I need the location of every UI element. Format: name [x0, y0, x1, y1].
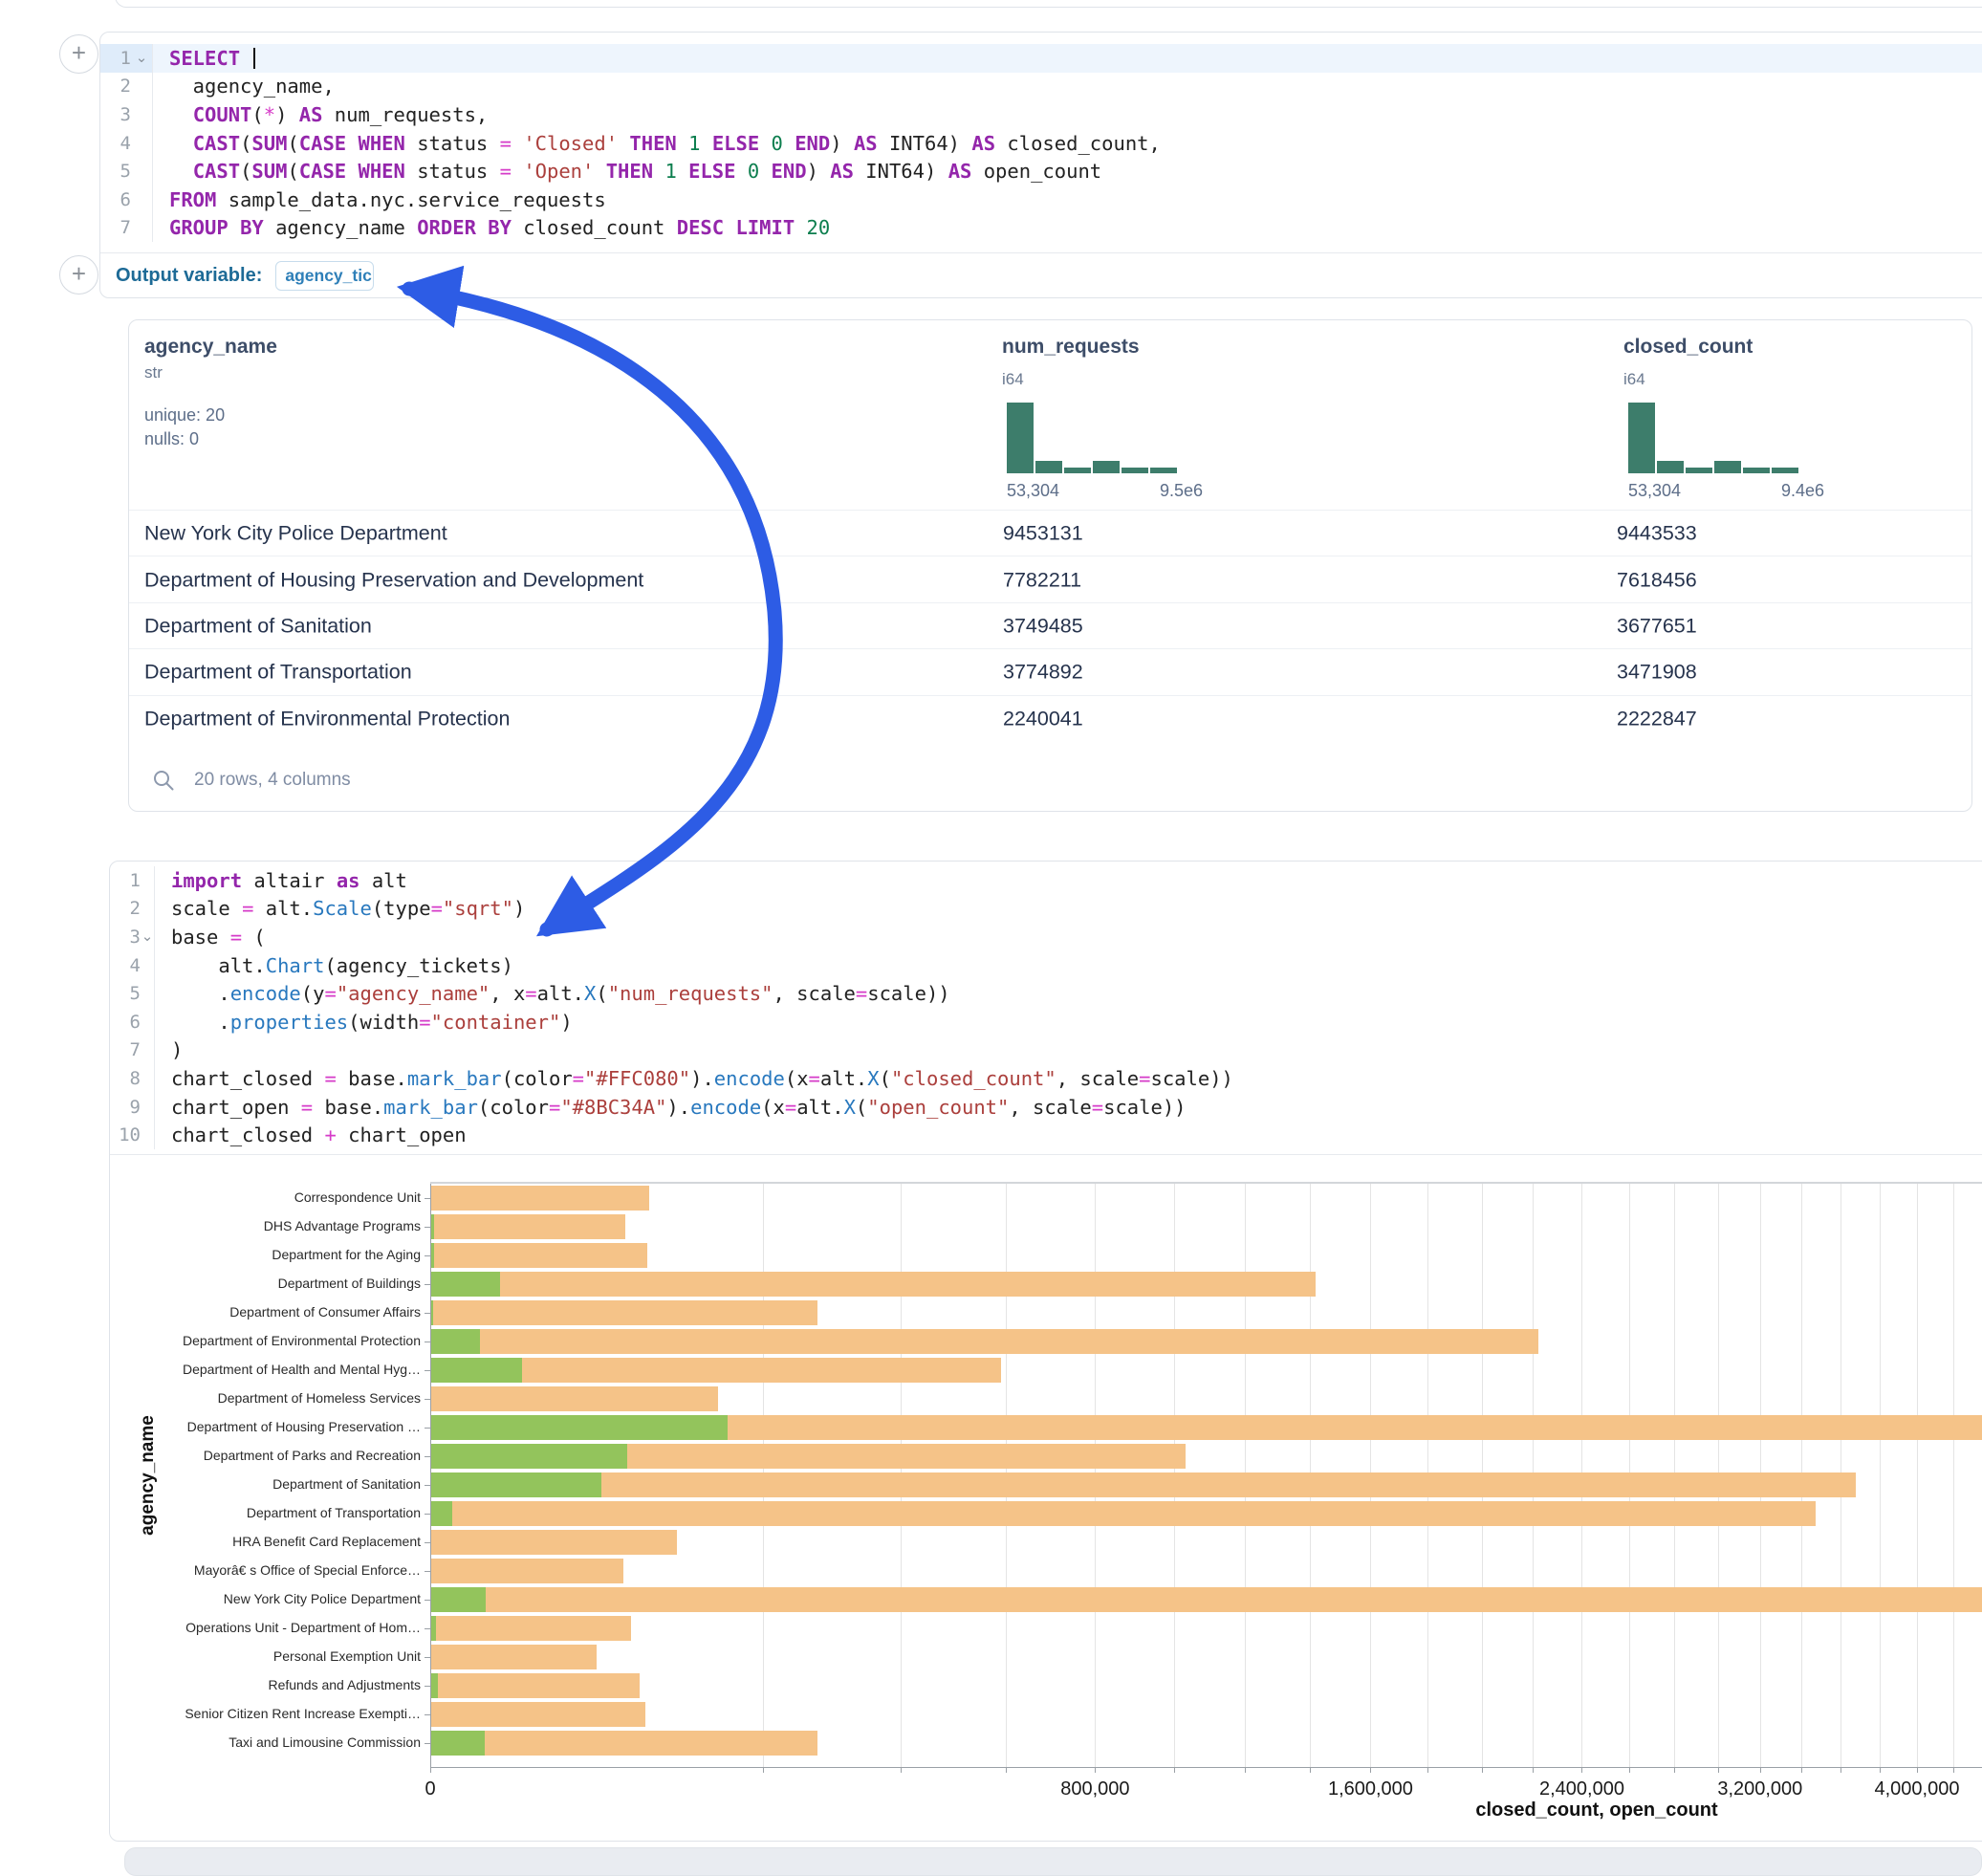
annotation-arrow — [0, 0, 1982, 1859]
